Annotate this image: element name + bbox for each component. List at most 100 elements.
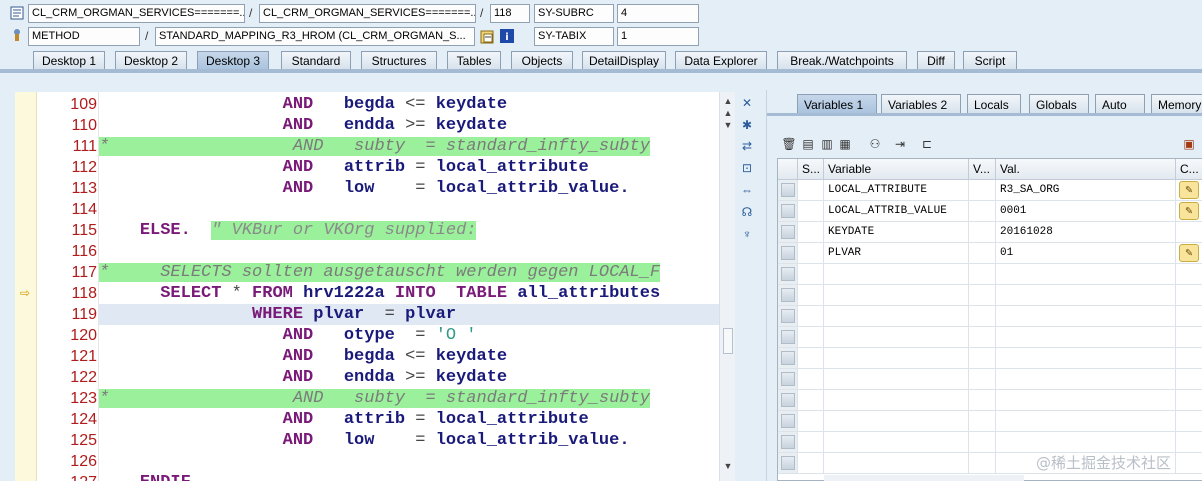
- row-selector[interactable]: [778, 264, 798, 285]
- info-icon[interactable]: i: [500, 29, 516, 45]
- table-row[interactable]: [778, 411, 1202, 432]
- code-line[interactable]: [99, 451, 719, 472]
- tab-auto[interactable]: Auto: [1095, 94, 1145, 114]
- change-cell[interactable]: [1176, 390, 1202, 411]
- code-line[interactable]: * AND subty = standard_infty_subty: [99, 388, 719, 409]
- hierarchy-icon[interactable]: ⚇: [867, 136, 883, 152]
- tab-structures[interactable]: Structures: [361, 51, 437, 70]
- code-line[interactable]: AND endda >= keydate: [99, 367, 719, 388]
- breakpoint-gutter[interactable]: ⇨: [15, 92, 37, 481]
- tab-desktop-3[interactable]: Desktop 3: [197, 51, 269, 70]
- code-line[interactable]: AND low = local_attrib_value.: [99, 430, 719, 451]
- code-line[interactable]: SELECT * FROM hrv1222a INTO TABLE all_at…: [99, 283, 719, 304]
- tab-variables-1[interactable]: Variables 1: [797, 94, 877, 114]
- change-cell[interactable]: [1176, 264, 1202, 285]
- change-cell[interactable]: ✎: [1176, 243, 1202, 264]
- event-type-field[interactable]: METHOD: [28, 27, 140, 46]
- code-line[interactable]: AND attrib = local_attribute: [99, 409, 719, 430]
- tab-desktop-1[interactable]: Desktop 1: [33, 51, 105, 70]
- event-field[interactable]: STANDARD_MAPPING_R3_HROM (CL_CRM_ORGMAN_…: [155, 27, 475, 46]
- edit-pencil-icon[interactable]: ✎: [1179, 202, 1199, 220]
- row-selector[interactable]: [778, 411, 798, 432]
- tab-script[interactable]: Script: [963, 51, 1017, 70]
- code-line[interactable]: AND endda >= keydate: [99, 115, 719, 136]
- change-cell[interactable]: [1176, 222, 1202, 243]
- row-selector[interactable]: [778, 348, 798, 369]
- navigate-source-icon[interactable]: [480, 29, 496, 45]
- column-header-select[interactable]: [778, 159, 798, 180]
- change-cell[interactable]: [1176, 369, 1202, 390]
- code-line[interactable]: * SELECTS sollten ausgetauscht werden ge…: [99, 262, 719, 283]
- value-cell[interactable]: 20161028: [996, 222, 1176, 243]
- change-cell[interactable]: ✎: [1176, 180, 1202, 201]
- value-cell[interactable]: [996, 285, 1176, 306]
- table-row[interactable]: [778, 432, 1202, 453]
- new-tool-icon[interactable]: ✱: [739, 117, 755, 133]
- scroll-down-icon[interactable]: ▼: [722, 460, 734, 472]
- row-selector[interactable]: [778, 390, 798, 411]
- code-line[interactable]: ENDIF.: [99, 472, 719, 481]
- tab-locals[interactable]: Locals: [967, 94, 1021, 114]
- scroll-page-down-icon[interactable]: ▼: [722, 119, 734, 131]
- edit-pencil-icon[interactable]: ✎: [1179, 181, 1199, 199]
- change-cell[interactable]: [1176, 453, 1202, 474]
- scroll-thumb[interactable]: [723, 328, 733, 354]
- tab-objects[interactable]: Objects: [511, 51, 573, 70]
- code-line[interactable]: AND begda <= keydate: [99, 94, 719, 115]
- row-selector[interactable]: [778, 432, 798, 453]
- row-selector[interactable]: [778, 453, 798, 474]
- line-number-field[interactable]: 118: [490, 4, 530, 23]
- delete-icon[interactable]: 🗑: [781, 136, 797, 152]
- tree-icon[interactable]: ♆: [739, 226, 755, 242]
- row-selector[interactable]: [778, 369, 798, 390]
- column-header-change[interactable]: C...: [1176, 159, 1202, 180]
- code-line[interactable]: AND begda <= keydate: [99, 346, 719, 367]
- tab-detail-display[interactable]: DetailDisplay: [582, 51, 666, 70]
- scroll-page-up-icon[interactable]: ▲: [722, 107, 734, 119]
- table-row[interactable]: [778, 348, 1202, 369]
- tab-diff[interactable]: Diff: [917, 51, 955, 70]
- row-selector[interactable]: [778, 327, 798, 348]
- value-cell[interactable]: [996, 390, 1176, 411]
- row-selector[interactable]: [778, 243, 798, 264]
- value-cell[interactable]: 0001: [996, 201, 1176, 222]
- row-selector[interactable]: [778, 285, 798, 306]
- include-field[interactable]: CL_CRM_ORGMAN_SERVICES=======...: [259, 4, 476, 23]
- sy-subrc-value[interactable]: 4: [617, 4, 699, 23]
- tab-globals[interactable]: Globals: [1029, 94, 1089, 114]
- scroll-up-icon[interactable]: ▲: [722, 95, 734, 107]
- value-cell[interactable]: [996, 306, 1176, 327]
- program-field[interactable]: CL_CRM_ORGMAN_SERVICES=======...: [28, 4, 245, 23]
- value-cell[interactable]: [996, 432, 1176, 453]
- value-cell[interactable]: [996, 369, 1176, 390]
- column-header-status[interactable]: S...: [798, 159, 824, 180]
- maximize-icon[interactable]: ⊡: [739, 160, 755, 176]
- change-cell[interactable]: [1176, 411, 1202, 432]
- change-cell[interactable]: [1176, 327, 1202, 348]
- column-header-value[interactable]: Val.: [996, 159, 1176, 180]
- sy-tabix-value[interactable]: 1: [617, 27, 699, 46]
- table-row[interactable]: [778, 285, 1202, 306]
- value-cell[interactable]: [996, 348, 1176, 369]
- table-row[interactable]: [778, 327, 1202, 348]
- column-header-v[interactable]: V...: [969, 159, 996, 180]
- change-cell[interactable]: [1176, 348, 1202, 369]
- tab-tables[interactable]: Tables: [447, 51, 501, 70]
- value-cell[interactable]: [996, 411, 1176, 432]
- change-cell[interactable]: [1176, 432, 1202, 453]
- save-layout-icon[interactable]: ▦: [837, 136, 853, 152]
- table-row[interactable]: [778, 390, 1202, 411]
- change-cell[interactable]: [1176, 306, 1202, 327]
- services-icon[interactable]: ☊: [739, 204, 755, 220]
- code-line[interactable]: [99, 241, 719, 262]
- tab-variables-2[interactable]: Variables 2: [881, 94, 961, 114]
- replace-tool-icon[interactable]: ⇄: [739, 138, 755, 154]
- save-icon[interactable]: ▣: [1181, 136, 1197, 152]
- close-tool-icon[interactable]: ✕: [739, 95, 755, 111]
- row-selector[interactable]: [778, 222, 798, 243]
- code-line[interactable]: WHERE plvar = plvar: [99, 304, 719, 325]
- swap-panes-icon[interactable]: ⇔: [739, 182, 755, 198]
- source-editor[interactable]: ⇨ 109 110 111 112 113 114 115 116 117 118 119 120 12…: [15, 92, 735, 481]
- column-header-variable[interactable]: Variable: [824, 159, 969, 180]
- transfer-icon[interactable]: ⇥: [892, 136, 908, 152]
